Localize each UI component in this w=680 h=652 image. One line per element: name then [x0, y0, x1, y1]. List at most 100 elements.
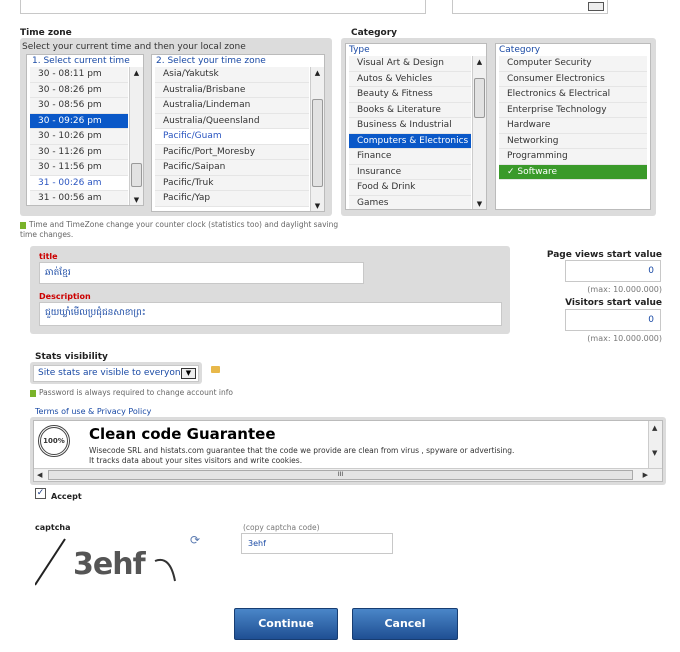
- captcha-image-text: 3ehf: [73, 547, 146, 582]
- accept-checkbox[interactable]: ✓: [35, 488, 46, 499]
- zone-option[interactable]: Pacific/Truk: [155, 175, 309, 191]
- left-arrow-icon[interactable]: ◀: [37, 471, 42, 479]
- page-views-max: (max: 10.000.000): [587, 285, 662, 294]
- time-option[interactable]: 30 - 10:26 pm: [30, 129, 128, 145]
- visitors-input[interactable]: 0: [565, 309, 661, 331]
- scroll-thumb[interactable]: [312, 99, 323, 187]
- cancel-button[interactable]: Cancel: [352, 608, 458, 640]
- category-option[interactable]: ✓ Software: [499, 164, 647, 180]
- up-arrow-icon[interactable]: ▲: [311, 67, 324, 80]
- category-option[interactable]: Enterprise Technology: [499, 102, 647, 118]
- zone-option[interactable]: Asia/Yakutsk: [155, 67, 309, 83]
- terms-vscroll[interactable]: ▲ ▼: [648, 421, 662, 469]
- time-option[interactable]: 30 - 08:11 pm: [30, 67, 128, 83]
- category-option[interactable]: Networking: [499, 133, 647, 149]
- time-option[interactable]: 31 - 00:26 am: [30, 175, 128, 191]
- type-option[interactable]: Games: [349, 195, 471, 209]
- category-list[interactable]: Category Computer Security Consumer Elect…: [495, 43, 651, 210]
- time-option[interactable]: 31 - 00:56 am: [30, 191, 128, 205]
- top-field-right[interactable]: [452, 0, 608, 14]
- captcha-input[interactable]: 3ehf: [241, 533, 393, 554]
- scroll-thumb[interactable]: [131, 163, 142, 187]
- category-option[interactable]: Computer Security: [499, 56, 647, 72]
- type-option[interactable]: Autos & Vehicles: [349, 71, 471, 87]
- zone-option[interactable]: Australia/Lindeman: [155, 98, 309, 114]
- description-label: Description: [39, 292, 91, 301]
- type-option[interactable]: Books & Literature: [349, 102, 471, 118]
- time-option[interactable]: 30 - 09:26 pm: [30, 113, 128, 129]
- time-option[interactable]: 30 - 08:56 pm: [30, 98, 128, 114]
- category-list-header: Category: [496, 44, 650, 56]
- timezone-note-text: Time and TimeZone change your counter cl…: [20, 220, 339, 239]
- type-list-header: Type: [346, 44, 486, 56]
- up-arrow-icon[interactable]: ▲: [130, 67, 143, 80]
- type-option[interactable]: Beauty & Fitness: [349, 87, 471, 103]
- terms-line-1: Wisecode SRL and histats.com guarantee t…: [89, 446, 515, 455]
- down-arrow-icon[interactable]: ▼: [130, 194, 143, 205]
- info-icon: [30, 389, 36, 397]
- accept-label: Accept: [51, 492, 82, 501]
- zone-option[interactable]: Pacific/Guam: [155, 129, 309, 145]
- category-option[interactable]: Electronics & Electrical: [499, 87, 647, 103]
- top-field-dropdown-button[interactable]: [588, 2, 604, 11]
- type-option[interactable]: Visual Art & Design: [349, 56, 471, 72]
- stats-visibility-select[interactable]: Site stats are visible to everyone. ▼: [33, 365, 199, 382]
- refresh-icon[interactable]: ⟳: [190, 533, 200, 547]
- stats-note: Password is always required to change ac…: [30, 388, 233, 397]
- hscroll-thumb[interactable]: III: [48, 470, 633, 480]
- visitors-max: (max: 10.000.000): [587, 334, 662, 343]
- type-option[interactable]: Insurance: [349, 164, 471, 180]
- captcha-hint: (copy captcha code): [243, 523, 320, 532]
- zone-list-header: 2. Select your time zone: [152, 55, 324, 67]
- scroll-thumb[interactable]: [474, 78, 485, 118]
- title-input[interactable]: ឆាត់ខ្មែរ: [39, 262, 364, 284]
- timezone-heading: Time zone: [20, 28, 72, 38]
- zone-list-scrollbar[interactable]: ▲ ▼: [310, 67, 324, 211]
- category-option[interactable]: Hardware: [499, 118, 647, 134]
- terms-link[interactable]: Terms of use & Privacy Policy: [35, 407, 151, 416]
- time-option[interactable]: 30 - 11:26 pm: [30, 144, 128, 160]
- time-list-scrollbar[interactable]: ▲ ▼: [129, 67, 143, 205]
- type-option[interactable]: Finance: [349, 149, 471, 165]
- type-list[interactable]: Type Visual Art & Design Autos & Vehicles…: [345, 43, 487, 210]
- top-field-left[interactable]: [20, 0, 426, 14]
- down-arrow-icon[interactable]: ▼: [652, 449, 657, 457]
- terms-title: Clean code Guarantee: [89, 425, 276, 443]
- category-option[interactable]: Consumer Electronics: [499, 71, 647, 87]
- stats-visibility-heading: Stats visibility: [35, 352, 108, 362]
- zone-option[interactable]: Pacific/Yap: [155, 191, 309, 207]
- page-views-input[interactable]: 0: [565, 260, 661, 282]
- time-option[interactable]: 30 - 11:56 pm: [30, 160, 128, 176]
- stats-note-text: Password is always required to change ac…: [39, 388, 233, 397]
- time-list[interactable]: 1. Select current time 30 - 08:11 pm 30 -…: [26, 54, 144, 206]
- down-arrow-icon[interactable]: ▼: [311, 200, 324, 211]
- time-list-header: 1. Select current time: [27, 55, 143, 67]
- right-arrow-icon[interactable]: ▶: [643, 471, 648, 479]
- category-option[interactable]: Programming: [499, 149, 647, 165]
- timezone-note: Time and TimeZone change your counter cl…: [20, 220, 340, 240]
- description-input[interactable]: ជួយឃ្លាំមើលប្រជុំជនសាខាព្រះ: [39, 302, 502, 326]
- captcha-label: captcha: [35, 523, 71, 532]
- continue-button[interactable]: Continue: [234, 608, 338, 640]
- zone-option[interactable]: Pacific/Saipan: [155, 160, 309, 176]
- up-arrow-icon[interactable]: ▲: [473, 56, 486, 69]
- up-arrow-icon[interactable]: ▲: [652, 424, 657, 432]
- type-option[interactable]: Computers & Electronics: [349, 133, 471, 149]
- type-option[interactable]: Food & Drink: [349, 180, 471, 196]
- page-views-label: Page views start value: [546, 250, 662, 260]
- terms-box[interactable]: 100% Clean code Guarantee Wisecode SRL a…: [33, 420, 663, 482]
- timezone-instruction: Select your current time and then your l…: [22, 42, 246, 52]
- title-label: title: [39, 252, 58, 261]
- down-arrow-icon[interactable]: ▼: [473, 198, 486, 209]
- zone-option[interactable]: Pacific/Port_Moresby: [155, 144, 309, 160]
- zone-option[interactable]: Australia/Queensland: [155, 113, 309, 129]
- lock-icon: [211, 366, 220, 373]
- terms-hscroll[interactable]: ◀ III ▶: [34, 468, 662, 481]
- time-option[interactable]: 30 - 08:26 pm: [30, 82, 128, 98]
- zone-option[interactable]: Australia/Brisbane: [155, 82, 309, 98]
- type-list-scrollbar[interactable]: ▲ ▼: [472, 56, 486, 209]
- terms-line-2: It tracks data about your sites visitors…: [89, 456, 303, 465]
- type-option[interactable]: Business & Industrial: [349, 118, 471, 134]
- zone-list[interactable]: 2. Select your time zone Asia/Yakutsk Aus…: [151, 54, 325, 212]
- chevron-down-icon[interactable]: ▼: [181, 368, 196, 379]
